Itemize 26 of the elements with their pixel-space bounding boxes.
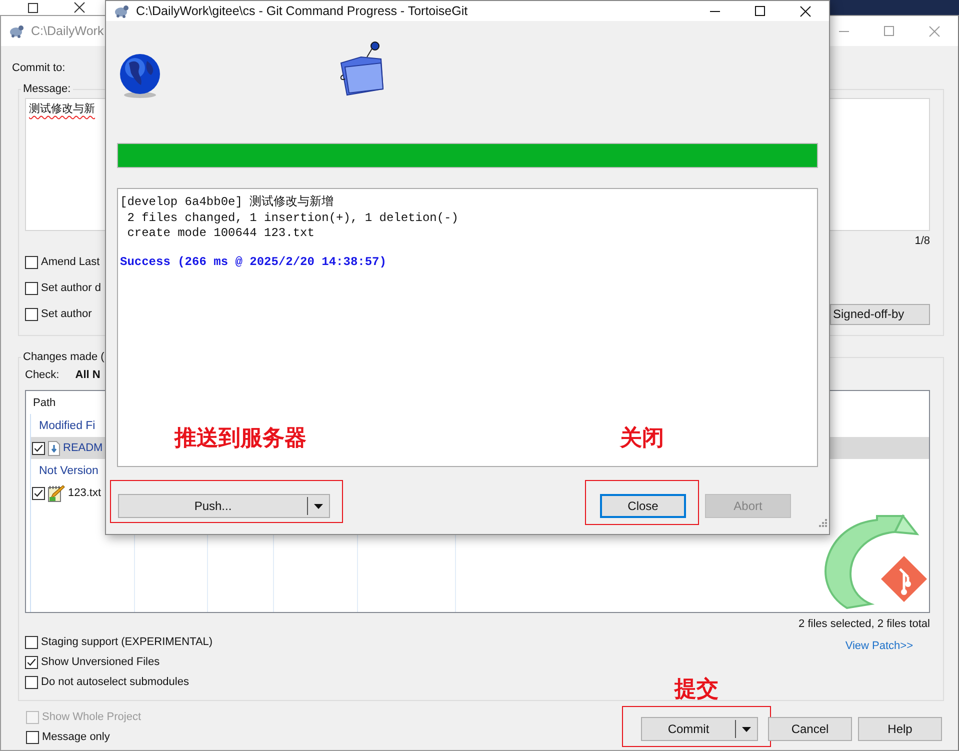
checkbox-label: Set author — [41, 308, 92, 320]
checkbox-label: Message only — [42, 731, 110, 743]
group-label: Changes made ( — [22, 350, 106, 364]
checkbox-label: Set author d — [41, 282, 101, 294]
window-title: C:\DailyWork\gitee\cs - Git Command Progress - TortoiseGit — [136, 4, 468, 18]
line-counter: 1/8 — [914, 234, 930, 249]
checkbox-label: Show Whole Project — [42, 711, 142, 723]
checkbox-label: Staging support (EXPERIMENTAL) — [41, 636, 213, 648]
selection-summary: 2 files selected, 2 files total — [798, 617, 930, 632]
annotation-text: 提交 — [674, 675, 718, 703]
file-name: READM — [63, 442, 103, 454]
annotation-text: 关闭 — [620, 424, 664, 452]
log-line: [develop 6a4bb0e] 测试修改与新增 — [120, 195, 335, 210]
group-header: Not Version — [38, 464, 100, 478]
log-line: Success (266 ms @ 2025/2/20 14:38:57) — [120, 254, 388, 270]
checkbox-label: Amend Last — [41, 256, 100, 268]
annotation-text: 推送到服务器 — [174, 424, 306, 452]
window-title: C:\DailyWork — [31, 24, 104, 38]
log-line: create mode 100644 123.txt — [126, 226, 316, 242]
group-label: Message: — [22, 82, 72, 96]
file-name: 123.txt — [68, 487, 102, 499]
checkbox-label: Show Unversioned Files — [41, 656, 160, 668]
log-line: 2 files changed, 1 insertion(+), 1 deletion(-) — [126, 210, 460, 226]
commit-to-label: Commit to: — [12, 61, 66, 76]
checkbox-label: Do not autoselect submodules — [41, 676, 189, 688]
check-label: Check: — [25, 369, 60, 381]
